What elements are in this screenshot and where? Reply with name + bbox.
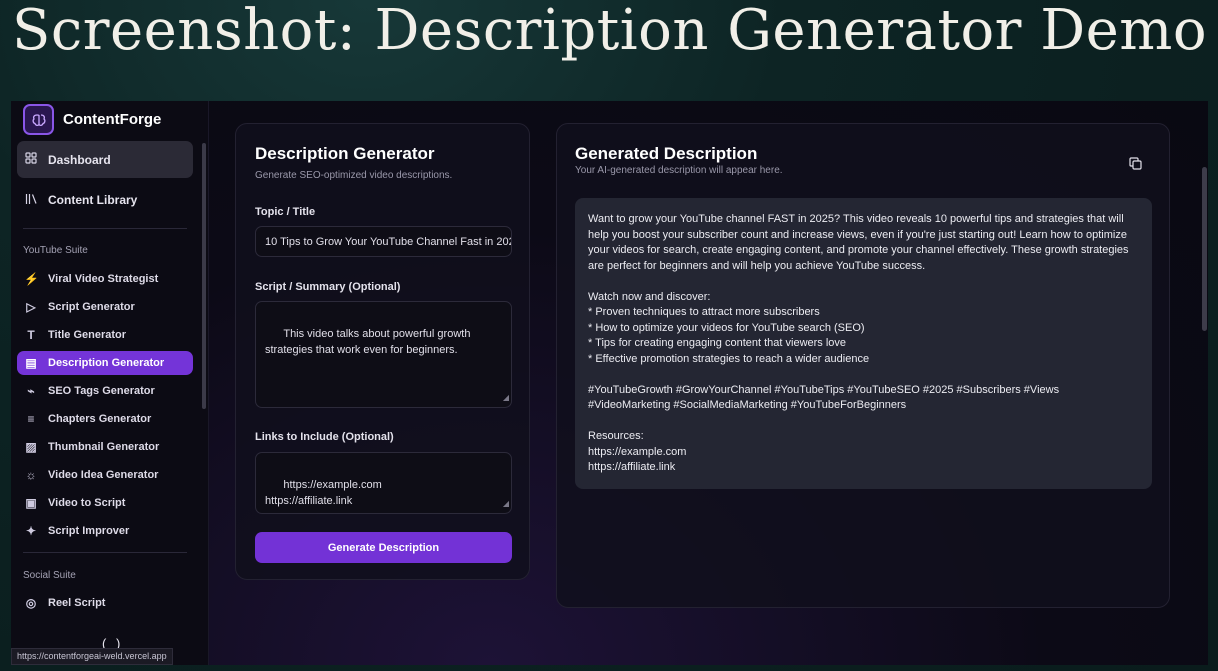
sidebar-divider — [23, 552, 187, 553]
document-icon: ▤ — [25, 356, 37, 370]
sidebar-item-script-generator[interactable]: ▷ Script Generator — [17, 295, 193, 319]
script-label: Script / Summary (Optional) — [255, 281, 401, 293]
section-label-youtube-suite: YouTube Suite — [23, 245, 88, 256]
sidebar-item-label: Video Idea Generator — [48, 469, 159, 481]
text-icon: T — [27, 328, 35, 342]
lightbulb-icon: ☼ — [25, 468, 37, 482]
topic-input[interactable]: 10 Tips to Grow Your YouTube Channel Fas… — [255, 226, 512, 257]
sidebar-item-label: Reel Script — [48, 597, 106, 609]
sidebar-item-description-generator[interactable]: ▤ Description Generator — [17, 351, 193, 375]
tag-icon: ⌁ — [27, 384, 35, 398]
output-subtitle: Your AI-generated description will appea… — [575, 165, 783, 176]
section-label-social-suite: Social Suite — [23, 570, 76, 581]
brand[interactable]: ContentForge — [23, 104, 161, 135]
description-form-panel: Description Generator Generate SEO-optim… — [235, 123, 530, 580]
script-textarea[interactable]: This video talks about powerful growth s… — [255, 301, 512, 408]
video-file-icon: ▣ — [25, 496, 37, 510]
copy-icon[interactable] — [1129, 157, 1143, 171]
sidebar-item-label: Viral Video Strategist — [48, 273, 159, 285]
sidebar-item-label: Description Generator — [48, 357, 165, 369]
bullet-item: * Tips for creating engaging content tha… — [588, 337, 847, 349]
form-subtitle: Generate SEO-optimized video description… — [255, 170, 453, 181]
generated-description-text: Want to grow your YouTube channel FAST i… — [575, 198, 1152, 489]
sidebar-item-label: Thumbnail Generator — [48, 441, 160, 453]
sidebar-item-label: Script Improver — [48, 525, 130, 537]
links-textarea[interactable]: https://example.com https://affiliate.li… — [255, 452, 512, 514]
resources-heading: Resources: — [588, 430, 644, 442]
hashtags: #YouTubeGrowth #GrowYourChannel #YouTube… — [588, 383, 1060, 412]
sidebar-item-label: Chapters Generator — [48, 413, 152, 425]
sidebar-item-video-idea-generator[interactable]: ☼ Video Idea Generator — [17, 463, 193, 487]
sidebar-item-chapters-generator[interactable]: ≡ Chapters Generator — [17, 407, 193, 431]
sidebar-item-content-library[interactable]: Content Library — [17, 182, 193, 218]
bullet-item: * Proven techniques to attract more subs… — [588, 306, 820, 318]
resize-handle-icon[interactable]: ◢ — [503, 390, 509, 406]
resource-link: https://affiliate.link — [588, 461, 676, 473]
sidebar-item-dashboard[interactable]: Dashboard — [17, 141, 193, 178]
script-text: This video talks about powerful growth s… — [265, 328, 474, 356]
generate-description-button[interactable]: Generate Description — [255, 532, 512, 563]
watch-heading: Watch now and discover: — [588, 290, 711, 303]
app-window: ContentForge Dashboard Content Library Y… — [11, 101, 1208, 665]
sidebar-item-script-improver[interactable]: ✦ Script Improver — [17, 519, 193, 543]
grid-icon — [24, 152, 38, 167]
resize-handle-icon[interactable]: ◢ — [503, 496, 509, 512]
links-text: https://example.com https://affiliate.li… — [265, 479, 382, 507]
main-scrollbar[interactable] — [1202, 167, 1207, 331]
form-title: Description Generator — [255, 144, 435, 163]
brand-name: ContentForge — [63, 111, 162, 128]
description-paragraph: Want to grow your YouTube channel FAST i… — [588, 213, 1129, 272]
sidebar-item-label: Content Library — [48, 193, 138, 207]
sidebar-item-thumbnail-generator[interactable]: ▨ Thumbnail Generator — [17, 435, 193, 459]
sidebar-item-label: Dashboard — [48, 152, 111, 167]
sidebar-item-label: Script Generator — [48, 301, 135, 313]
resource-link: https://example.com — [588, 445, 687, 458]
bullet-item: * Effective promotion strategies to reac… — [588, 352, 870, 365]
play-icon: ▷ — [26, 300, 36, 314]
image-icon: ▨ — [25, 440, 37, 454]
sidebar-item-video-to-script[interactable]: ▣ Video to Script — [17, 491, 193, 515]
sparkles-icon: ✦ — [25, 524, 37, 538]
sidebar-scrollbar[interactable] — [202, 143, 206, 409]
topic-label: Topic / Title — [255, 206, 316, 218]
library-icon — [24, 193, 38, 208]
page-title: Screenshot: Description Generator Demo — [12, 0, 1208, 63]
sidebar-item-title-generator[interactable]: T Title Generator — [17, 323, 193, 347]
status-url: https://contentforgeai-weld.vercel.app — [11, 648, 173, 665]
output-title: Generated Description — [575, 144, 758, 163]
sidebar-item-label: Title Generator — [48, 329, 127, 341]
links-label: Links to Include (Optional) — [255, 431, 394, 443]
sidebar-item-reel-script[interactable]: ◎ Reel Script — [17, 591, 193, 615]
sidebar-item-seo-tags-generator[interactable]: ⌁ SEO Tags Generator — [17, 379, 193, 403]
sidebar: ContentForge Dashboard Content Library Y… — [11, 101, 209, 665]
bolt-icon: ⚡ — [24, 272, 39, 286]
brain-icon — [23, 104, 54, 135]
bullet-item: * How to optimize your videos for YouTub… — [588, 321, 865, 334]
list-icon: ≡ — [27, 412, 35, 426]
instagram-icon: ◎ — [25, 596, 37, 610]
sidebar-item-label: Video to Script — [48, 497, 126, 509]
sidebar-divider — [23, 228, 187, 229]
sidebar-item-label: SEO Tags Generator — [48, 385, 155, 397]
generated-description-panel: Generated Description Your AI-generated … — [556, 123, 1170, 608]
sidebar-item-viral-video-strategist[interactable]: ⚡ Viral Video Strategist — [17, 267, 193, 291]
